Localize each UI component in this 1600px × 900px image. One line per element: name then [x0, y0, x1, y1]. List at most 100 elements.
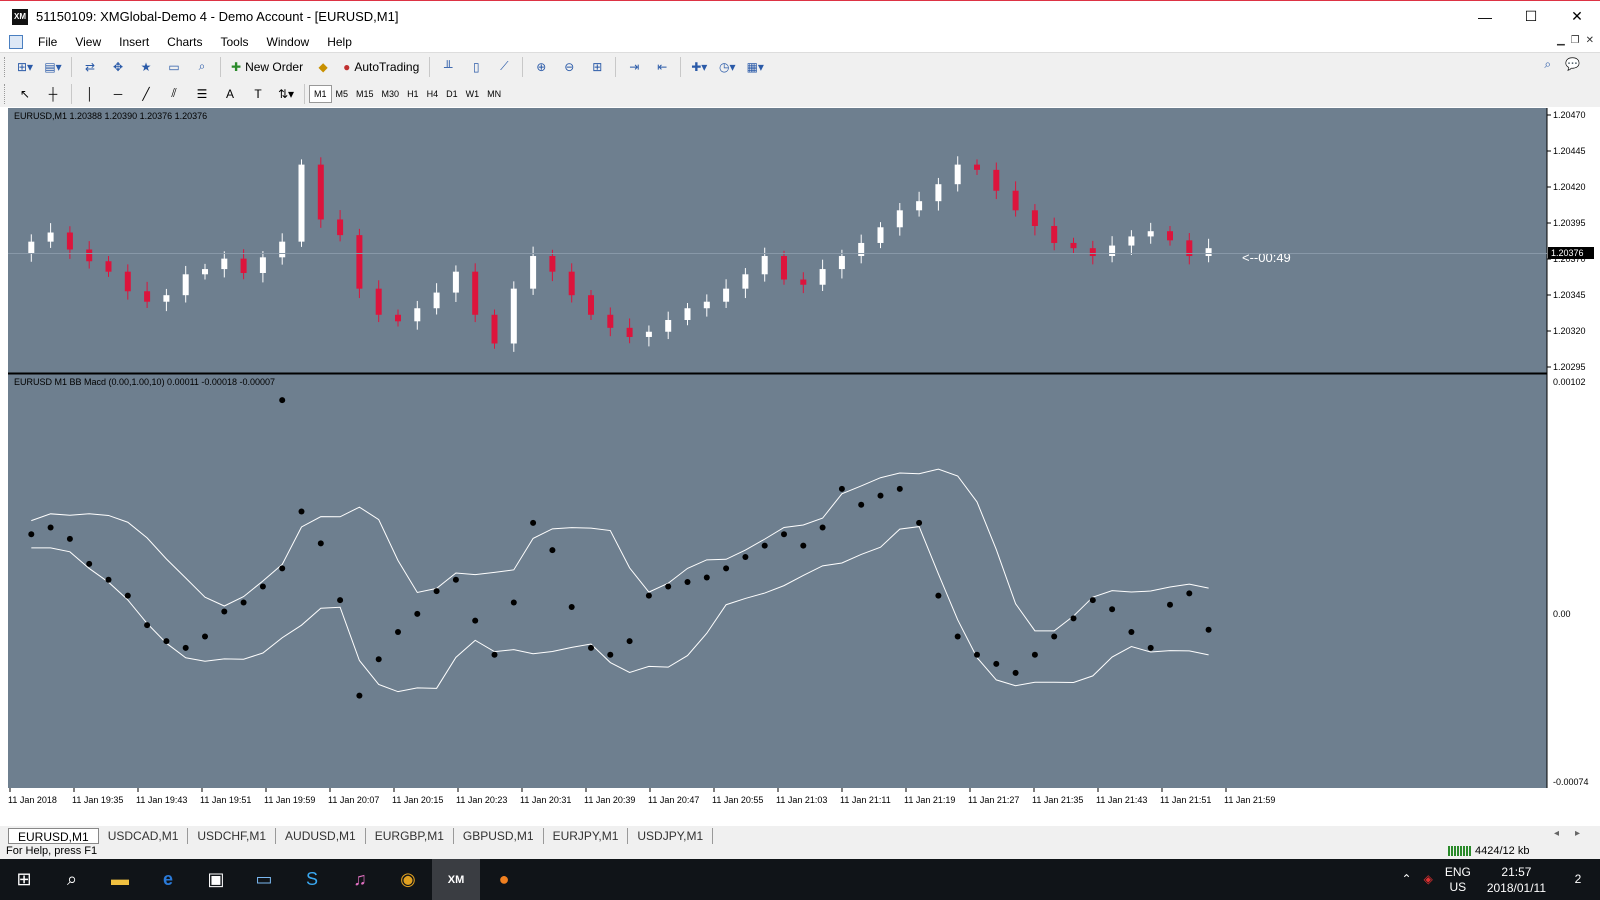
charts-app-icon[interactable]: ●	[480, 859, 528, 900]
notifications-icon[interactable]: 2	[1556, 872, 1600, 887]
periods-icon[interactable]: ◷▾	[715, 56, 739, 78]
tab-eurusd[interactable]: EURUSD,M1	[8, 827, 99, 844]
vertical-line-icon[interactable]: │	[78, 83, 102, 105]
search-icon[interactable]: ⌕	[1544, 57, 1551, 72]
connection-status[interactable]: 4424/12 kb	[1448, 845, 1529, 857]
menu-insert[interactable]: Insert	[110, 35, 158, 49]
maximize-button[interactable]: ☐	[1508, 1, 1554, 32]
line-studies-toolbar: ↖ ┼ │ ─ ╱ ⫽ ☰ A T ⇅▾ M1 M5 M15 M30 H1 H4…	[0, 80, 1600, 107]
trendline-icon[interactable]: ╱	[134, 83, 158, 105]
candle-body	[298, 164, 305, 242]
timeframe-m1[interactable]: M1	[309, 84, 332, 103]
tab-eurjpy[interactable]: EURJPY,M1	[544, 827, 629, 844]
mdi-minimize-icon[interactable]: ▁	[1557, 35, 1565, 46]
candlestick-icon[interactable]: ▯	[464, 56, 488, 78]
price-pane[interactable]	[8, 108, 1547, 373]
taskbar: ⊞ ⌕ ▬ e ▣ ▭ S ♫ ◉ XM ● ⌃ ◈ ENG US 21:57 …	[0, 859, 1600, 900]
tab-usdjpy[interactable]: USDJPY,M1	[628, 827, 714, 844]
skype-icon[interactable]: S	[288, 859, 336, 900]
antivirus-icon[interactable]: ◈	[1418, 872, 1439, 887]
strategy-tester-icon[interactable]: ⌕	[190, 56, 214, 78]
menu-view[interactable]: View	[66, 35, 110, 49]
tab-audusd[interactable]: AUDUSD,M1	[276, 827, 366, 844]
menu-window[interactable]: Window	[258, 35, 319, 49]
menu-bar: File View Insert Charts Tools Window Hel…	[0, 32, 1600, 52]
timeframe-m5[interactable]: M5	[332, 85, 353, 103]
templates-icon[interactable]: ▦▾	[743, 56, 767, 78]
price-tick-label: 1.20420	[1553, 182, 1586, 192]
zoom-in-icon[interactable]: ⊕	[529, 56, 553, 78]
status-help-text: For Help, press F1	[6, 845, 98, 857]
tab-scroll-left-icon[interactable]: ◂	[1554, 828, 1559, 839]
itunes-icon[interactable]: ♫	[336, 859, 384, 900]
mdi-restore-icon[interactable]: ❐	[1571, 35, 1580, 46]
timeframe-h4[interactable]: H4	[423, 85, 443, 103]
new-chart-icon[interactable]: ⊞▾	[13, 56, 37, 78]
document-icon[interactable]	[9, 35, 23, 49]
horizontal-line-icon[interactable]: ─	[106, 83, 130, 105]
tab-eurgbp[interactable]: EURGBP,M1	[366, 827, 454, 844]
terminal-icon[interactable]: ▭	[162, 56, 186, 78]
chart-canvas[interactable]: 1.204701.204451.204201.203951.203701.203…	[0, 107, 1600, 816]
timeframe-w1[interactable]: W1	[462, 85, 484, 103]
bb-macd-dot	[86, 560, 93, 567]
menu-tools[interactable]: Tools	[212, 35, 258, 49]
xm-taskbar-icon[interactable]: XM	[432, 859, 480, 900]
indicator-pane[interactable]	[8, 374, 1547, 788]
toolbar-grip[interactable]	[4, 83, 7, 104]
text-icon[interactable]: A	[218, 83, 242, 105]
navigator-icon[interactable]: ★	[134, 56, 158, 78]
mdi-close-icon[interactable]: ✕	[1586, 35, 1594, 46]
minimize-button[interactable]: —	[1462, 1, 1508, 32]
tab-gbpusd[interactable]: GBPUSD,M1	[454, 827, 544, 844]
start-button[interactable]: ⊞	[0, 859, 48, 900]
timeframe-h1[interactable]: H1	[403, 85, 423, 103]
fibonacci-icon[interactable]: ☰	[190, 83, 214, 105]
store-icon[interactable]: ▣	[192, 859, 240, 900]
profiles-icon[interactable]: ▤▾	[41, 56, 65, 78]
data-window-icon[interactable]: ✥	[106, 56, 130, 78]
file-explorer-icon[interactable]: ▬	[96, 859, 144, 900]
timeframe-m30[interactable]: M30	[378, 85, 404, 103]
tab-scroll-right-icon[interactable]: ▸	[1575, 828, 1580, 839]
tray-expand-icon[interactable]: ⌃	[1396, 872, 1418, 887]
toolbar-grip[interactable]	[4, 56, 7, 77]
line-chart-icon[interactable]: ⟋	[492, 56, 516, 78]
chrome-icon[interactable]: ◉	[384, 859, 432, 900]
menu-file[interactable]: File	[29, 35, 66, 49]
crosshair-icon[interactable]: ┼	[41, 83, 65, 105]
autotrading-button[interactable]: ● AutoTrading	[339, 56, 423, 78]
market-watch-icon[interactable]: ⇄	[78, 56, 102, 78]
bb-macd-dot	[202, 633, 208, 640]
clock[interactable]: 21:57 2018/01/11	[1477, 864, 1556, 896]
tab-usdcad[interactable]: USDCAD,M1	[99, 827, 189, 844]
tab-usdchf[interactable]: USDCHF,M1	[188, 827, 277, 844]
bb-macd-dot	[1031, 651, 1038, 658]
arrows-icon[interactable]: ⇅▾	[274, 83, 298, 105]
chart-shift-icon[interactable]: ⇤	[650, 56, 674, 78]
new-order-button[interactable]: ✚ New Order	[227, 56, 307, 78]
text-label-icon[interactable]: T	[246, 83, 270, 105]
edge-icon[interactable]: e	[144, 859, 192, 900]
menu-charts[interactable]: Charts	[158, 35, 211, 49]
chart-window[interactable]: 1.204701.204451.204201.203951.203701.203…	[0, 107, 1600, 816]
cursor-icon[interactable]: ↖	[13, 83, 37, 105]
timeframe-m15[interactable]: M15	[352, 85, 378, 103]
bar-chart-icon[interactable]: ╨	[436, 56, 460, 78]
indicators-icon[interactable]: ✚▾	[687, 56, 711, 78]
equidistant-channel-icon[interactable]: ⫽	[162, 83, 186, 105]
tile-windows-icon[interactable]: ⊞	[585, 56, 609, 78]
close-button[interactable]: ✕	[1554, 1, 1600, 32]
separator	[71, 83, 72, 104]
zoom-out-icon[interactable]: ⊖	[557, 56, 581, 78]
auto-scroll-icon[interactable]: ⇥	[622, 56, 646, 78]
timeframe-mn[interactable]: MN	[483, 85, 505, 103]
time-tick-label: 11 Jan 19:43	[136, 795, 187, 805]
chat-icon[interactable]: 💬	[1565, 57, 1580, 72]
language-indicator[interactable]: ENG US	[1439, 865, 1477, 895]
search-taskbar-icon[interactable]: ⌕	[48, 859, 96, 900]
window-app-icon[interactable]: ▭	[240, 859, 288, 900]
metaeditor-icon[interactable]: ◆	[311, 56, 335, 78]
menu-help[interactable]: Help	[318, 35, 361, 49]
timeframe-d1[interactable]: D1	[442, 85, 462, 103]
